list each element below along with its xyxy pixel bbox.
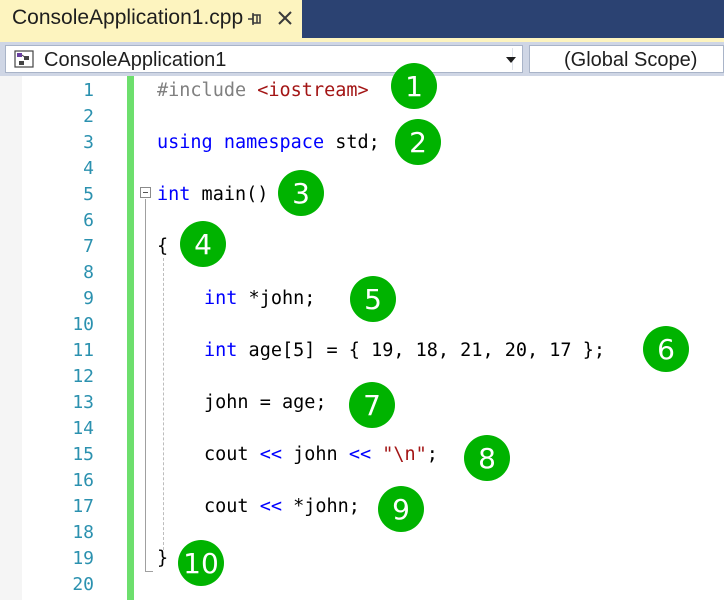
string-token: "\n"	[382, 444, 427, 465]
line-number: 15	[72, 444, 94, 465]
scope-dropdown[interactable]: (Global Scope)	[529, 45, 724, 73]
text-token: john	[281, 444, 349, 465]
callout-2: 2	[395, 119, 441, 165]
code-line-11[interactable]: int age[5] = { 19, 18, 21, 20, 17 };	[204, 338, 605, 364]
selection-margin[interactable]	[0, 76, 22, 600]
callout-4: 4	[180, 221, 226, 267]
callout-3: 3	[278, 170, 324, 216]
indent-guide	[163, 258, 164, 550]
operator-token: <<	[348, 444, 372, 465]
text-token: *john;	[281, 496, 360, 517]
code-line-9[interactable]: int *john;	[204, 286, 315, 312]
code-line-3[interactable]: using namespace std;	[157, 130, 380, 156]
chevron-down-icon[interactable]	[506, 57, 516, 63]
line-number: 13	[72, 392, 94, 413]
project-icon	[14, 50, 34, 68]
line-number: 5	[83, 184, 94, 205]
code-line-7[interactable]: {	[157, 234, 168, 260]
pin-icon[interactable]	[246, 10, 264, 28]
text-token: *john;	[237, 288, 316, 309]
include-file-token: <iostream>	[257, 80, 369, 101]
line-number: 12	[72, 366, 94, 387]
scope-label: (Global Scope)	[564, 49, 698, 71]
callout-6: 6	[643, 326, 689, 372]
change-tracking-bar	[127, 76, 134, 600]
code-line-15[interactable]: cout << john << "\n";	[204, 442, 438, 468]
code-line-13[interactable]: john = age;	[204, 390, 327, 416]
callout-9: 9	[378, 486, 424, 532]
line-number: 18	[72, 522, 94, 543]
code-line-5[interactable]: int main()	[157, 182, 268, 208]
close-icon[interactable]	[275, 8, 295, 28]
line-number: 8	[83, 262, 94, 283]
line-number: 16	[72, 470, 94, 491]
code-line-19[interactable]: }	[157, 546, 168, 572]
line-number: 4	[83, 158, 94, 179]
keyword-token: int	[204, 288, 238, 309]
outline-guide	[145, 199, 146, 572]
keyword-token: int	[157, 184, 191, 205]
preprocessor-token: #include	[157, 80, 258, 101]
code-line-1[interactable]: #include <iostream>	[157, 78, 369, 104]
tab-title: ConsoleApplication1.cpp	[12, 6, 244, 29]
text-token: main()	[190, 184, 269, 205]
text-token: cout	[204, 496, 260, 517]
line-number: 11	[72, 340, 94, 361]
text-token: {	[157, 236, 169, 257]
callout-5: 5	[350, 276, 396, 322]
callout-7: 7	[349, 382, 395, 428]
code-line-17[interactable]: cout << *john;	[204, 494, 360, 520]
text-token: std;	[324, 132, 380, 153]
line-number: 19	[72, 548, 94, 569]
document-tab-strip: ConsoleApplication1.cpp	[0, 0, 724, 38]
line-number: 17	[72, 496, 94, 517]
line-number: 9	[83, 288, 94, 309]
callout-10: 10	[178, 540, 224, 586]
project-dropdown[interactable]: ConsoleApplication1	[5, 45, 523, 73]
keyword-token: int	[204, 340, 238, 361]
keyword-token: using	[157, 132, 213, 153]
operator-token: <<	[259, 496, 282, 517]
callout-1: 1	[391, 63, 437, 109]
project-label: ConsoleApplication1	[44, 49, 227, 71]
line-number: 7	[83, 236, 94, 257]
navigation-bar: ConsoleApplication1 (Global Scope)	[0, 42, 724, 76]
line-number: 6	[83, 210, 94, 231]
text-token: age[5] = { 19, 18, 21, 20, 17 };	[237, 340, 605, 361]
line-number: 1	[83, 80, 94, 101]
document-tab[interactable]: ConsoleApplication1.cpp	[0, 0, 302, 38]
text-token: cout	[204, 444, 260, 465]
text-token: ;	[426, 444, 438, 465]
line-number: 10	[72, 314, 94, 335]
text-token: john = age;	[204, 392, 327, 413]
callout-8: 8	[464, 435, 510, 481]
line-number: 3	[83, 132, 94, 153]
operator-token: <<	[259, 444, 282, 465]
collapse-toggle[interactable]	[140, 187, 151, 198]
outline-guide-end	[145, 571, 153, 572]
line-number: 14	[72, 418, 94, 439]
line-number: 2	[83, 106, 94, 127]
line-number: 20	[72, 574, 94, 595]
code-editor[interactable]: 1 2 3 4 5 6 7 8 9 10 11 12 13 14 15 16 1…	[0, 63, 724, 600]
text-token: }	[157, 548, 169, 569]
keyword-token: namespace	[223, 132, 325, 153]
